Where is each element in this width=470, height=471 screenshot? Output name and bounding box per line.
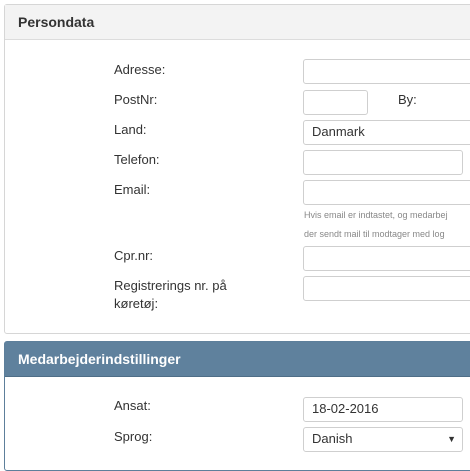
cpr-label: Cpr.nr: (114, 248, 154, 263)
language-select[interactable]: Danish ▼ (303, 427, 463, 452)
cpr-input[interactable] (303, 246, 470, 271)
land-label: Land: (114, 122, 147, 137)
postnr-label: PostNr: (114, 92, 158, 107)
address-label: Adresse: (114, 62, 166, 77)
settings-header: Medarbejderindstillinger (5, 342, 470, 377)
email-hint-line-2: der sendt mail til modtager med log (304, 229, 445, 239)
phone-input[interactable] (303, 150, 463, 175)
persondata-header: Persondata (5, 5, 470, 40)
language-select-value: Danish (312, 431, 353, 446)
by-label: By: (398, 92, 417, 107)
registration-input[interactable] (303, 276, 470, 301)
chevron-down-icon: ▼ (447, 434, 456, 444)
registration-label-line-2: køretøj: (114, 296, 159, 311)
postnr-input[interactable] (303, 90, 368, 115)
email-input[interactable] (303, 180, 470, 205)
email-hint-line-1: Hvis email er indtastet, og medarbej (304, 210, 448, 220)
hired-date-input[interactable]: 18-02-2016 (303, 397, 463, 422)
registration-label-line-1: Registrerings nr. på (114, 278, 227, 293)
language-label: Sprog: (114, 429, 153, 444)
email-label: Email: (114, 182, 151, 197)
phone-label: Telefon: (114, 152, 160, 167)
land-input[interactable]: Danmark (303, 120, 470, 145)
address-input[interactable] (303, 59, 470, 84)
hired-label: Ansat: (114, 398, 151, 413)
